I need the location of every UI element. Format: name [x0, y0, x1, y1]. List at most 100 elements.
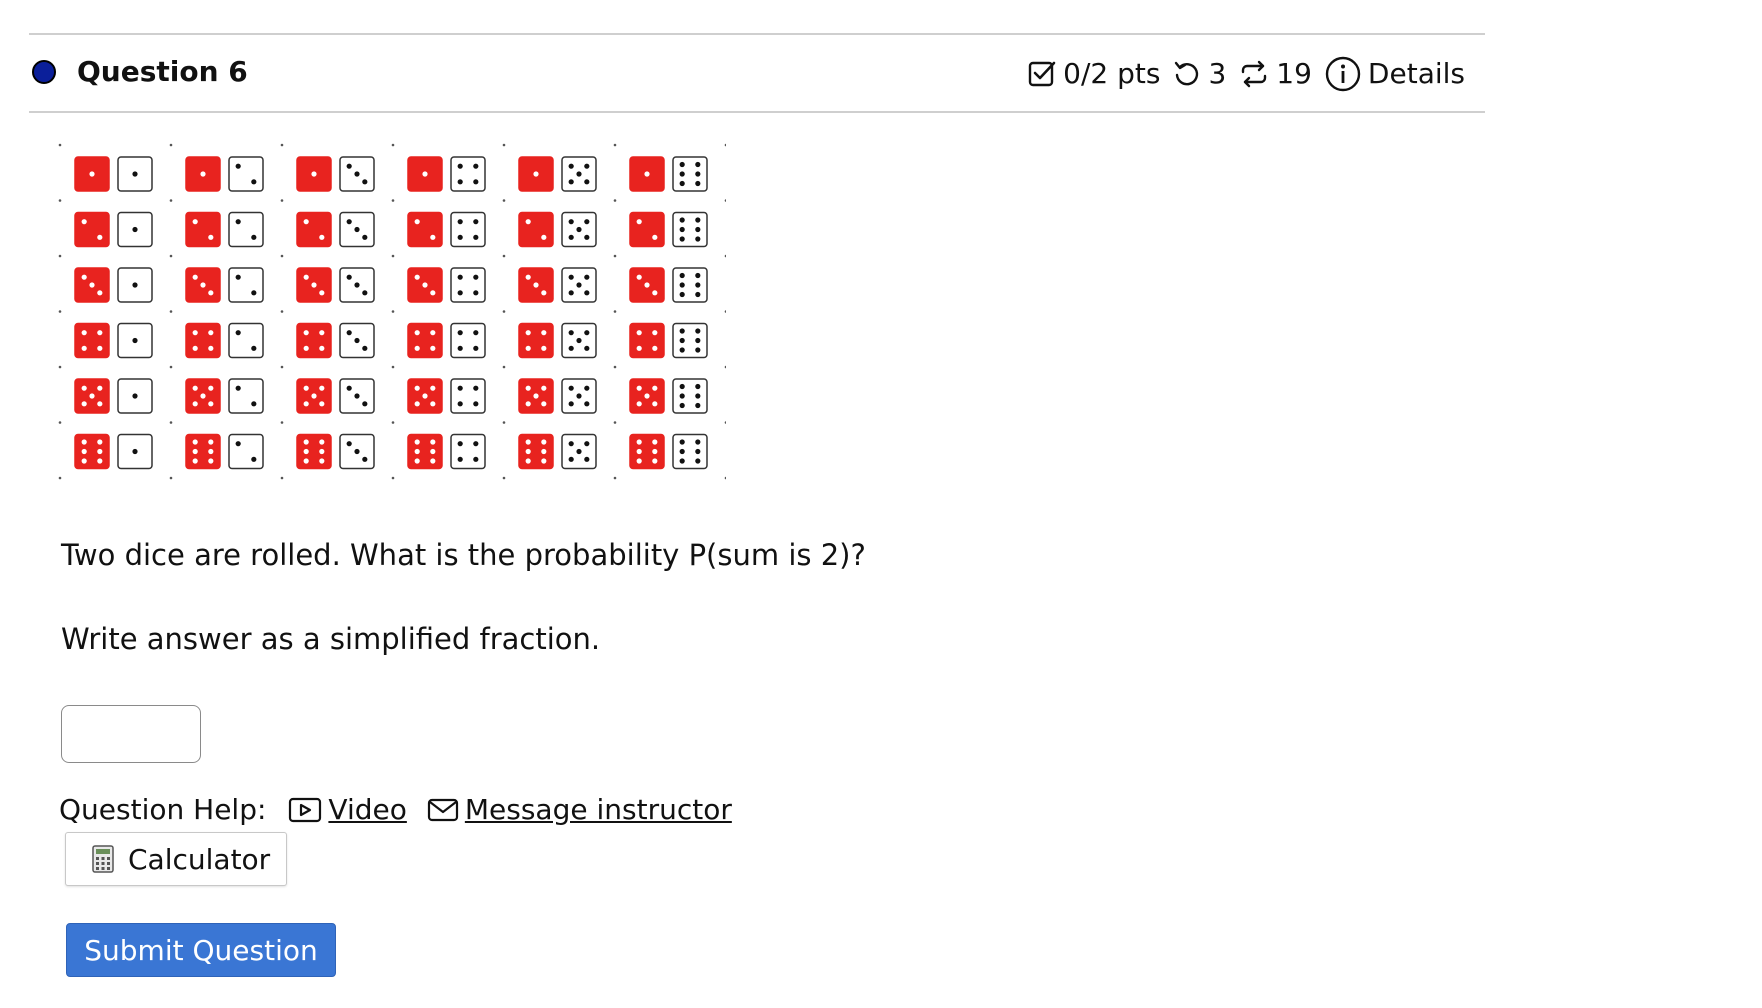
white-die-6-pip — [679, 161, 685, 168]
red-die-6-pip — [414, 458, 420, 464]
red-die-6-pip — [414, 439, 420, 445]
white-die-5-pip — [584, 179, 590, 185]
white-die-6-pip — [695, 217, 701, 223]
grid-dot — [613, 421, 617, 424]
red-die-4-pip — [81, 330, 87, 336]
white-die-5-pip — [568, 163, 574, 169]
red-die-6-pip — [541, 448, 547, 455]
red-die-1 — [74, 156, 110, 192]
red-die-2-pip — [81, 219, 87, 225]
white-die-4-face — [450, 378, 486, 414]
white-die-5-pip — [568, 385, 574, 391]
grid-dot — [169, 143, 173, 147]
red-die-4-face — [629, 322, 665, 359]
white-die-2 — [228, 211, 264, 248]
grid-dot — [613, 199, 617, 202]
white-die-6-pip — [679, 328, 685, 334]
red-die-5-pip — [652, 401, 658, 407]
red-die-2 — [74, 211, 110, 248]
grid-dot — [280, 143, 284, 147]
white-die-1 — [117, 378, 153, 414]
white-die-6-pip — [679, 217, 685, 223]
red-die-6 — [518, 433, 554, 470]
grid-dot — [58, 254, 62, 258]
red-die-5-pip — [192, 401, 198, 407]
white-die-6-face — [672, 211, 708, 248]
white-die-2-face — [228, 433, 264, 470]
white-die-5-pip — [576, 448, 582, 455]
red-die-6-pip — [525, 448, 531, 455]
red-die-6-pip — [192, 458, 198, 464]
white-die-3 — [339, 211, 375, 248]
mail-icon — [427, 798, 458, 822]
attempts-count: 3 — [1208, 57, 1227, 90]
grid-dot — [502, 476, 506, 480]
white-die-1-pip — [132, 282, 138, 288]
red-die-2 — [629, 211, 665, 248]
grid-dot — [502, 421, 506, 424]
red-die-6-face — [518, 433, 554, 470]
red-die-3-pip — [636, 274, 642, 280]
white-die-4-pip — [473, 401, 479, 407]
red-die-3 — [407, 267, 443, 303]
red-die-2-pip — [430, 234, 436, 240]
red-die-5-pip — [414, 401, 420, 407]
grid-dot — [391, 143, 395, 147]
white-die-3-pip — [362, 456, 368, 462]
red-die-4-pip — [430, 345, 436, 351]
red-die-4-pip — [525, 345, 531, 351]
grid-dot — [502, 365, 506, 369]
white-die-2-pip — [251, 290, 257, 296]
red-die-2 — [185, 211, 221, 248]
grid-dot — [724, 421, 726, 424]
red-die-4-pip — [430, 330, 436, 336]
white-die-3-pip — [362, 179, 368, 185]
white-die-3-pip — [362, 234, 368, 240]
white-die-1 — [117, 267, 153, 303]
grid-dot — [724, 199, 726, 202]
red-die-5-pip — [208, 401, 214, 407]
red-die-4-pip — [81, 345, 87, 351]
red-die-4-face — [296, 322, 332, 359]
red-die-2 — [296, 211, 332, 248]
red-die-5-pip — [311, 393, 317, 399]
details-button[interactable]: Details — [1324, 55, 1465, 93]
white-die-3-pip — [354, 171, 360, 177]
white-die-2-pip — [251, 456, 257, 462]
white-die-6-pip — [679, 236, 685, 242]
white-die-6-pip — [695, 439, 701, 445]
red-die-6-pip — [303, 439, 309, 445]
white-die-4 — [450, 322, 486, 359]
message-instructor-link[interactable]: Message instructor — [427, 792, 732, 828]
white-die-3-pip — [354, 337, 360, 344]
red-die-2-face — [629, 211, 665, 248]
red-die-3-pip — [303, 274, 309, 280]
red-die-2-pip — [414, 219, 420, 225]
submit-question-button[interactable]: Submit Question — [66, 923, 336, 977]
white-die-5-pip — [568, 441, 574, 447]
white-die-4-pip — [473, 456, 479, 462]
red-die-4-pip — [319, 345, 325, 351]
red-die-5-pip — [525, 385, 531, 391]
calculator-button[interactable]: Calculator — [65, 832, 287, 886]
video-link[interactable]: Video — [288, 792, 407, 828]
answer-instructions: Write answer as a simplified fraction. — [61, 622, 601, 656]
white-die-5-pip — [584, 219, 590, 225]
red-die-5-pip — [422, 393, 428, 399]
white-die-3-pip — [346, 274, 352, 280]
white-die-4-pip — [457, 179, 463, 185]
white-die-2 — [228, 433, 264, 470]
white-die-4-pip — [473, 330, 479, 336]
white-die-3 — [339, 433, 375, 470]
red-die-6-pip — [208, 439, 214, 445]
red-die-6-pip — [636, 439, 642, 445]
points-text: 0/2 pts — [1063, 57, 1161, 90]
white-die-5 — [561, 433, 597, 470]
red-die-6-pip — [303, 458, 309, 464]
answer-input[interactable] — [61, 705, 201, 763]
white-die-6 — [672, 211, 708, 248]
checkbox-icon — [1027, 59, 1057, 89]
white-die-1-pip — [132, 171, 138, 177]
white-die-4-pip — [473, 234, 479, 240]
red-die-4-pip — [525, 330, 531, 336]
